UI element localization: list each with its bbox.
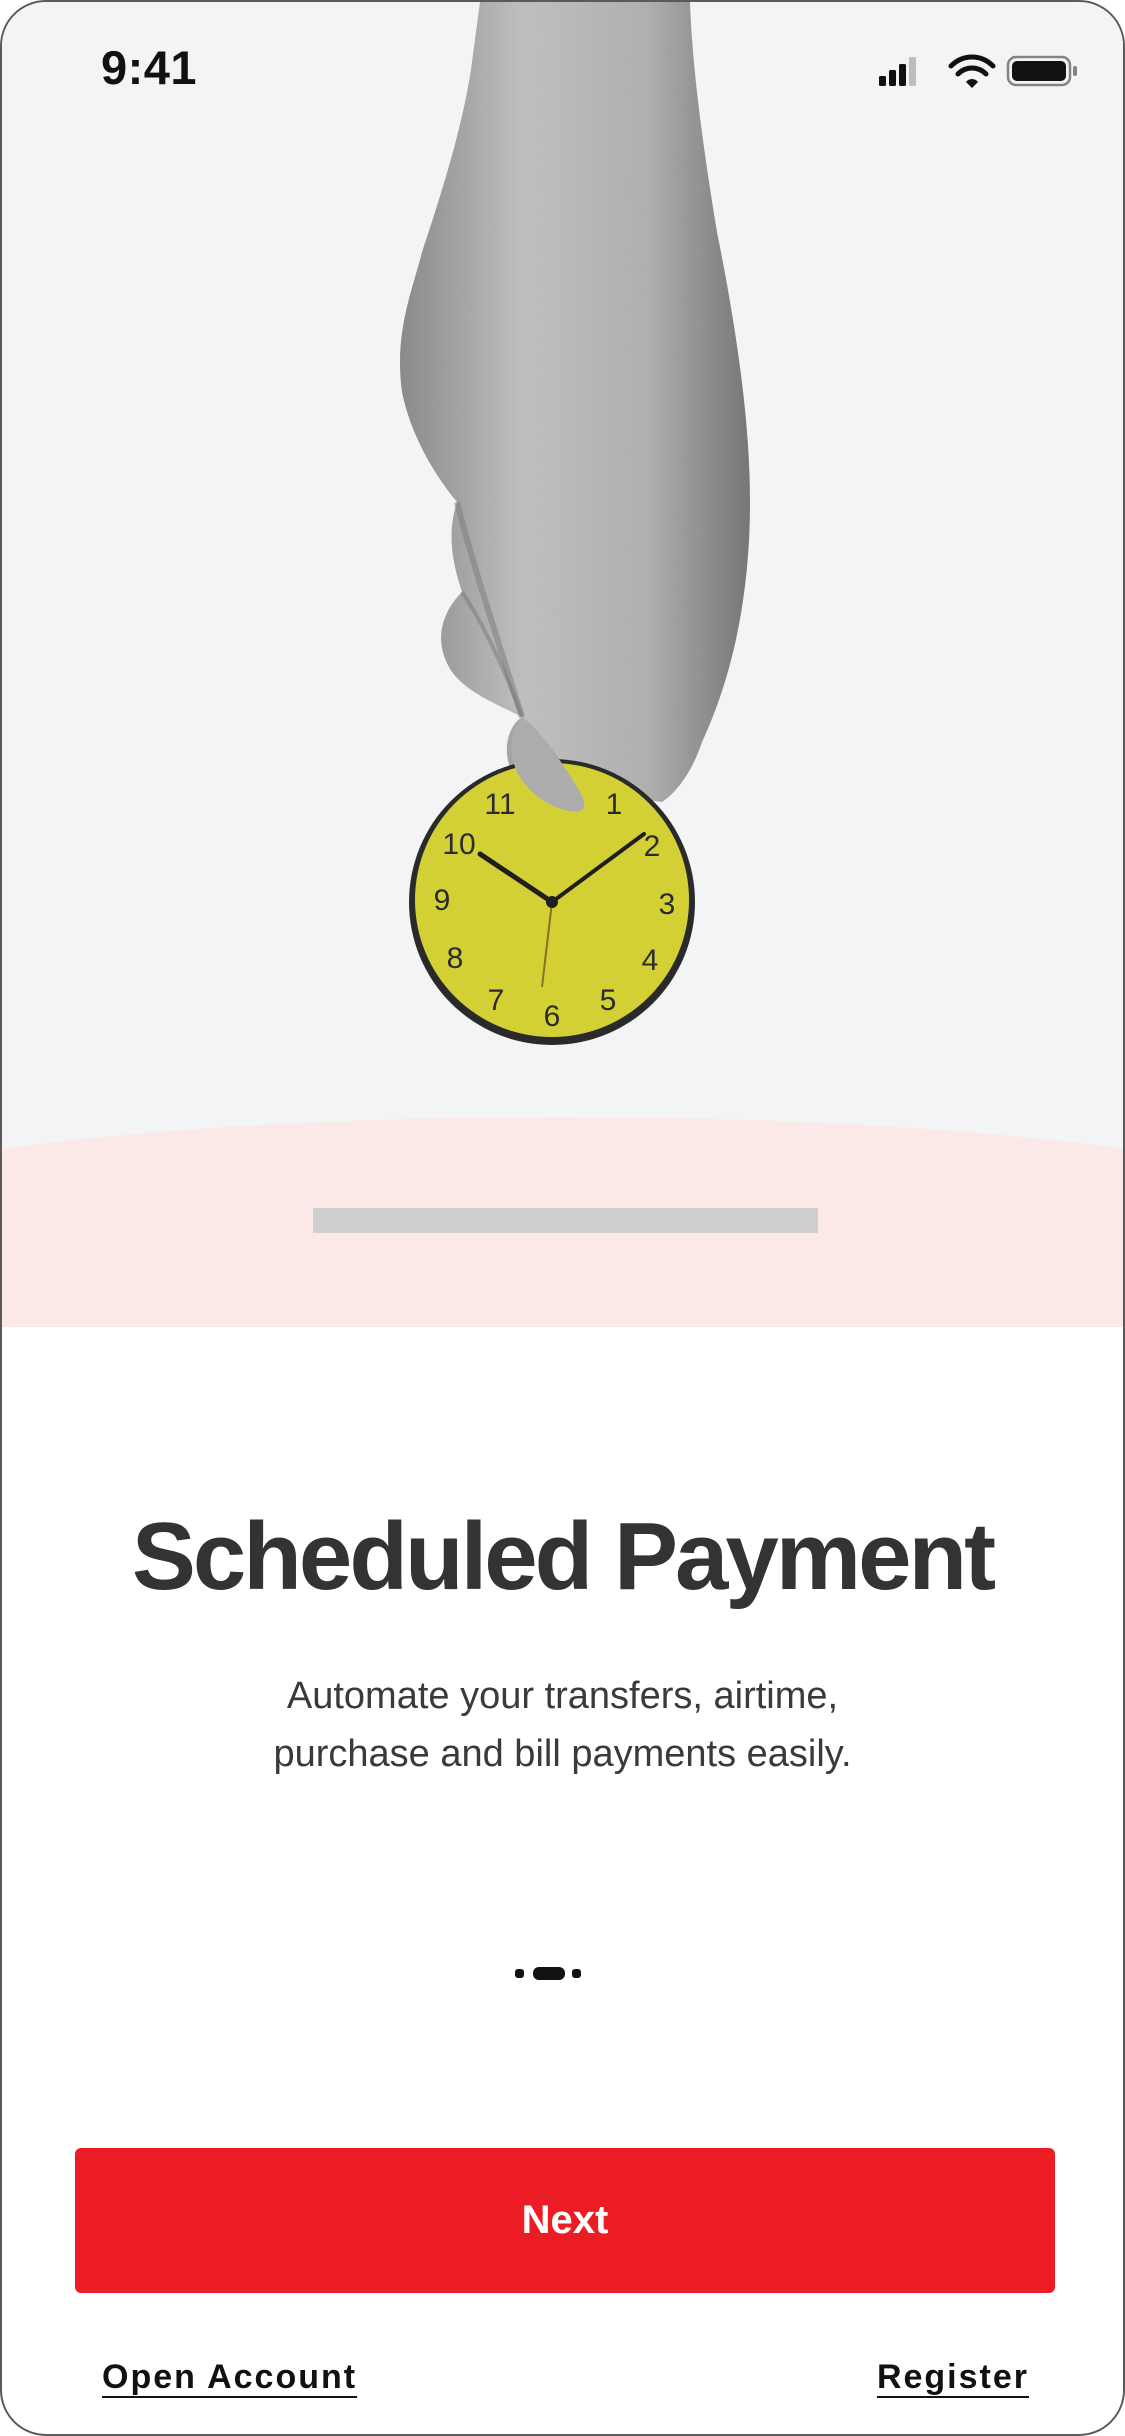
clock-number-1: 1 bbox=[606, 788, 623, 821]
page-subtitle: Automate your transfers, airtime, purcha… bbox=[162, 1667, 963, 1783]
clock-number-6: 6 bbox=[544, 1000, 561, 1033]
status-icons bbox=[879, 54, 1077, 88]
page-dot-3 bbox=[572, 1969, 581, 1978]
clock-number-3: 3 bbox=[659, 888, 676, 921]
wifi-icon bbox=[948, 54, 996, 88]
phone-screen: 1 2 3 4 5 6 7 8 9 10 11 9:41 Scheduled P… bbox=[0, 0, 1125, 2436]
clock-number-2: 2 bbox=[644, 830, 661, 863]
subtitle-line-1: Automate your transfers, airtime, bbox=[286, 1675, 839, 1717]
status-time: 9:41 bbox=[101, 41, 198, 94]
page-dot-2-active bbox=[533, 1967, 565, 1980]
status-bar: 9:41 bbox=[2, 2, 1123, 142]
clock-number-7: 7 bbox=[488, 984, 505, 1017]
page-dot-1 bbox=[515, 1969, 524, 1978]
page-indicator bbox=[512, 1967, 582, 1981]
next-button[interactable]: Next bbox=[75, 2148, 1055, 2293]
open-account-link[interactable]: Open Account bbox=[102, 2358, 357, 2397]
hero-section: 1 2 3 4 5 6 7 8 9 10 11 bbox=[2, 2, 1123, 1327]
hand-with-clock-illustration: 1 2 3 4 5 6 7 8 9 10 11 bbox=[400, 2, 750, 1045]
clock-number-5: 5 bbox=[600, 984, 617, 1017]
clock-number-9: 9 bbox=[434, 884, 451, 917]
clock-number-10: 10 bbox=[442, 828, 475, 861]
clock-number-8: 8 bbox=[447, 942, 464, 975]
coin-slot bbox=[313, 1208, 818, 1233]
register-link[interactable]: Register bbox=[877, 2358, 1029, 2397]
battery-icon bbox=[1006, 55, 1077, 87]
cellular-signal-icon bbox=[879, 57, 916, 86]
clock-number-11: 11 bbox=[484, 788, 515, 821]
clock-number-4: 4 bbox=[642, 944, 659, 977]
subtitle-line-2: purchase and bill payments easily. bbox=[273, 1733, 852, 1775]
page-title: Scheduled Payment bbox=[131, 1503, 996, 1610]
